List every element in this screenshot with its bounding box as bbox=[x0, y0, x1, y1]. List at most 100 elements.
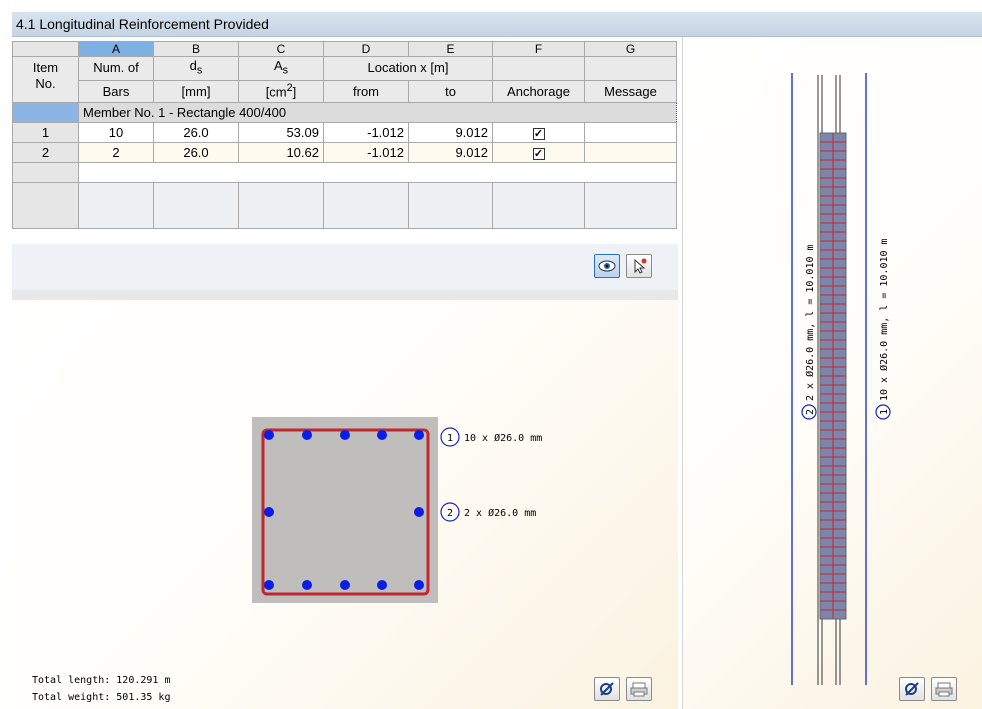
anchorage-cell[interactable]: ✓ bbox=[492, 121, 585, 143]
print-icon bbox=[935, 682, 953, 697]
num-bars-header: Num. of bbox=[78, 56, 154, 81]
as-header: As bbox=[238, 56, 324, 81]
member-label: Member No. 1 - Rectangle 400/400 bbox=[78, 101, 677, 123]
display-options-icon bbox=[905, 682, 919, 696]
rebar bbox=[377, 580, 387, 590]
column-header-e[interactable]: E bbox=[408, 41, 493, 57]
item-header-line1: Item bbox=[32, 60, 59, 75]
ds-symbol: d bbox=[189, 58, 197, 73]
concrete-section bbox=[252, 417, 438, 603]
rebar bbox=[414, 430, 424, 440]
cross-section-drawing: 1 10 x Ø26.0 mm 2 2 x Ø26.0 mm bbox=[252, 417, 542, 603]
panel-title: 4.1 Longitudinal Reinforcement Provided bbox=[12, 12, 982, 37]
message-cell[interactable] bbox=[584, 121, 677, 143]
message-header-top bbox=[584, 56, 677, 81]
column-header-a[interactable]: A bbox=[78, 41, 154, 57]
column-header-c[interactable]: C bbox=[238, 41, 324, 57]
row-number[interactable] bbox=[12, 181, 79, 229]
as-subscript: s bbox=[282, 64, 289, 77]
new-row-cells[interactable] bbox=[78, 161, 677, 183]
column-header-f[interactable]: F bbox=[492, 41, 585, 57]
ds-cell[interactable]: 26.0 bbox=[153, 121, 239, 143]
as-cell[interactable]: 10.62 bbox=[238, 141, 324, 163]
pointer-pick-icon bbox=[634, 258, 647, 274]
view-toggle-button[interactable] bbox=[594, 254, 620, 278]
elevation-drawing: 2 2 x Ø26.0 mm, l = 10.010 m 1 10 x Ø26.… bbox=[791, 73, 891, 685]
as-unit: [cm bbox=[265, 84, 287, 100]
row-number[interactable]: 2 bbox=[12, 141, 79, 163]
print-icon bbox=[630, 682, 648, 697]
anchorage-checkbox[interactable]: ✓ bbox=[532, 127, 545, 140]
rebar bbox=[264, 580, 274, 590]
as-unit-end: ] bbox=[292, 84, 297, 100]
row-number[interactable]: 1 bbox=[12, 121, 79, 143]
empty-cell[interactable] bbox=[584, 181, 677, 229]
empty-cell[interactable] bbox=[238, 181, 324, 229]
left-bar-text: 2 x Ø26.0 mm, l = 10.010 m bbox=[804, 244, 816, 401]
from-header: from bbox=[323, 79, 409, 103]
empty-row[interactable] bbox=[12, 181, 677, 229]
column-header-g[interactable]: G bbox=[584, 41, 677, 57]
as-unit-header: [cm2] bbox=[238, 79, 324, 103]
message-header: Message bbox=[584, 79, 677, 103]
rebar bbox=[414, 507, 424, 517]
row-number[interactable] bbox=[12, 161, 79, 183]
ds-header: ds bbox=[153, 56, 239, 81]
ds-subscript: s bbox=[196, 64, 203, 77]
pick-in-model-button[interactable] bbox=[626, 254, 652, 278]
column-header-b[interactable]: B bbox=[153, 41, 239, 57]
empty-cell[interactable] bbox=[323, 181, 409, 229]
left-bar-label: 2 2 x Ø26.0 mm, l = 10.010 m bbox=[801, 244, 817, 420]
message-cell[interactable] bbox=[584, 141, 677, 163]
empty-cell[interactable] bbox=[408, 181, 493, 229]
anchorage-header-top bbox=[492, 56, 585, 81]
right-bar-num: 1 bbox=[879, 409, 890, 415]
empty-cell[interactable] bbox=[153, 181, 239, 229]
member-group-row[interactable]: Member No. 1 - Rectangle 400/400 bbox=[12, 101, 677, 123]
new-row[interactable] bbox=[12, 161, 677, 183]
empty-cell[interactable] bbox=[492, 181, 585, 229]
row-header[interactable] bbox=[12, 101, 79, 123]
print-button[interactable] bbox=[626, 677, 652, 701]
callout-label: 10 x Ø26.0 mm bbox=[464, 432, 542, 444]
bars-unit-header: Bars bbox=[78, 79, 154, 103]
column-header-d[interactable]: D bbox=[323, 41, 409, 57]
panel-splitter[interactable] bbox=[12, 290, 678, 300]
to-cell[interactable]: 9.012 bbox=[408, 141, 493, 163]
to-cell[interactable]: 9.012 bbox=[408, 121, 493, 143]
location-header: Location x [m] bbox=[323, 56, 493, 81]
rebar bbox=[340, 580, 350, 590]
as-cell[interactable]: 53.09 bbox=[238, 121, 324, 143]
table-row[interactable]: 2 2 26.0 10.62 -1.012 9.012 ✓ bbox=[12, 141, 677, 163]
bars-cell[interactable]: 10 bbox=[78, 121, 154, 143]
rebar bbox=[302, 430, 312, 440]
from-cell[interactable]: -1.012 bbox=[323, 141, 409, 163]
display-options-button[interactable] bbox=[594, 677, 620, 701]
header-row-top: Item No. Num. of ds As Location x [m] bbox=[12, 56, 677, 103]
rebar bbox=[264, 430, 274, 440]
elevation-display-options-button[interactable] bbox=[899, 677, 925, 701]
anchorage-header: Anchorage bbox=[492, 79, 585, 103]
as-symbol: A bbox=[273, 58, 283, 73]
from-cell[interactable]: -1.012 bbox=[323, 121, 409, 143]
right-bar-text: 10 x Ø26.0 mm, l = 10.010 m bbox=[878, 238, 890, 401]
elevation-print-button[interactable] bbox=[931, 677, 957, 701]
reinforcement-table: A B C D E F G Item No. Num. of ds As Loc… bbox=[12, 41, 677, 229]
empty-cell[interactable] bbox=[78, 181, 154, 229]
elevation-panel: 2 2 x Ø26.0 mm, l = 10.010 m 1 10 x Ø26.… bbox=[682, 37, 982, 709]
ds-cell[interactable]: 26.0 bbox=[153, 141, 239, 163]
rebar bbox=[377, 430, 387, 440]
anchorage-cell[interactable]: ✓ bbox=[492, 141, 585, 163]
table-row[interactable]: 1 10 26.0 53.09 -1.012 9.012 ✓ bbox=[12, 121, 677, 143]
rebar bbox=[414, 580, 424, 590]
total-length: Total length: 120.291 m bbox=[32, 675, 171, 686]
bars-cell[interactable]: 2 bbox=[78, 141, 154, 163]
corner-cell[interactable] bbox=[12, 41, 79, 57]
column-letter-row: A B C D E F G bbox=[12, 41, 677, 57]
anchorage-checkbox[interactable]: ✓ bbox=[532, 147, 545, 160]
item-header-line2: No. bbox=[35, 76, 56, 91]
eye-icon bbox=[598, 260, 616, 272]
ds-unit-header: [mm] bbox=[153, 79, 239, 103]
callout-number: 2 bbox=[447, 508, 453, 519]
rebar bbox=[340, 430, 350, 440]
